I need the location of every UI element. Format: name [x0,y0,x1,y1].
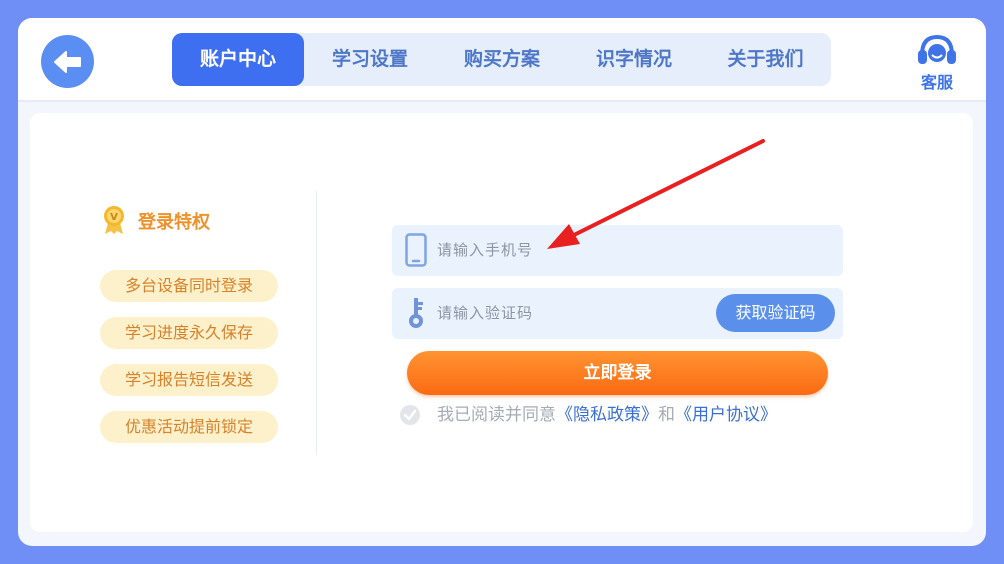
back-button[interactable] [41,35,94,88]
privilege-item-promo-lock: 优惠活动提前锁定 [100,411,278,443]
code-input-placeholder: 请输入验证码 [437,304,534,322]
tab-purchase-plans[interactable]: 购买方案 [436,33,568,86]
back-arrow-icon [53,50,81,73]
agreement-text: 我已阅读并同意《隐私政策》和《用户协议》 [437,403,777,427]
customer-service-label: 客服 [920,73,953,92]
panel-divider [316,191,317,455]
phone-input[interactable]: 请输入手机号 [392,225,843,276]
login-button[interactable]: 立即登录 [407,351,828,395]
tab-account-center[interactable]: 账户中心 [172,33,304,86]
top-bar: 账户中心 学习设置 购买方案 识字情况 关于我们 客服 [18,18,986,102]
phone-input-placeholder: 请输入手机号 [437,241,534,259]
tab-literacy-status[interactable]: 识字情况 [568,33,700,86]
vip-badge-letter: V [110,212,118,223]
privilege-item-sms-report: 学习报告短信发送 [100,364,278,396]
agreement-prefix: 我已阅读并同意 [437,405,556,425]
phone-icon [405,233,427,267]
get-code-button[interactable]: 获取验证码 [716,294,835,332]
tab-study-settings[interactable]: 学习设置 [304,33,436,86]
user-agreement-link[interactable]: 《用户协议》 [675,405,777,425]
privilege-item-multi-device: 多台设备同时登录 [100,270,278,302]
app-frame: 账户中心 学习设置 购买方案 识字情况 关于我们 客服 V 登录特权 多台设备同… [18,18,986,546]
key-icon [409,298,423,328]
verification-code-input[interactable]: 请输入验证码 获取验证码 [392,288,843,339]
vip-badge-icon: V [104,206,124,234]
check-icon [403,409,417,421]
headset-icon [918,34,956,64]
agreement-and: 和 [658,405,675,425]
privilege-item-progress-saved: 学习进度永久保存 [100,317,278,349]
customer-service-button[interactable]: 客服 [914,33,960,92]
agreement-checkbox[interactable] [400,405,420,425]
tab-bar: 账户中心 学习设置 购买方案 识字情况 关于我们 [172,33,831,86]
privileges-title: 登录特权 [138,212,210,233]
tab-about-us[interactable]: 关于我们 [700,33,831,86]
login-panel: V 登录特权 多台设备同时登录 学习进度永久保存 学习报告短信发送 优惠活动提前… [30,113,973,532]
privacy-policy-link[interactable]: 《隐私政策》 [556,405,658,425]
